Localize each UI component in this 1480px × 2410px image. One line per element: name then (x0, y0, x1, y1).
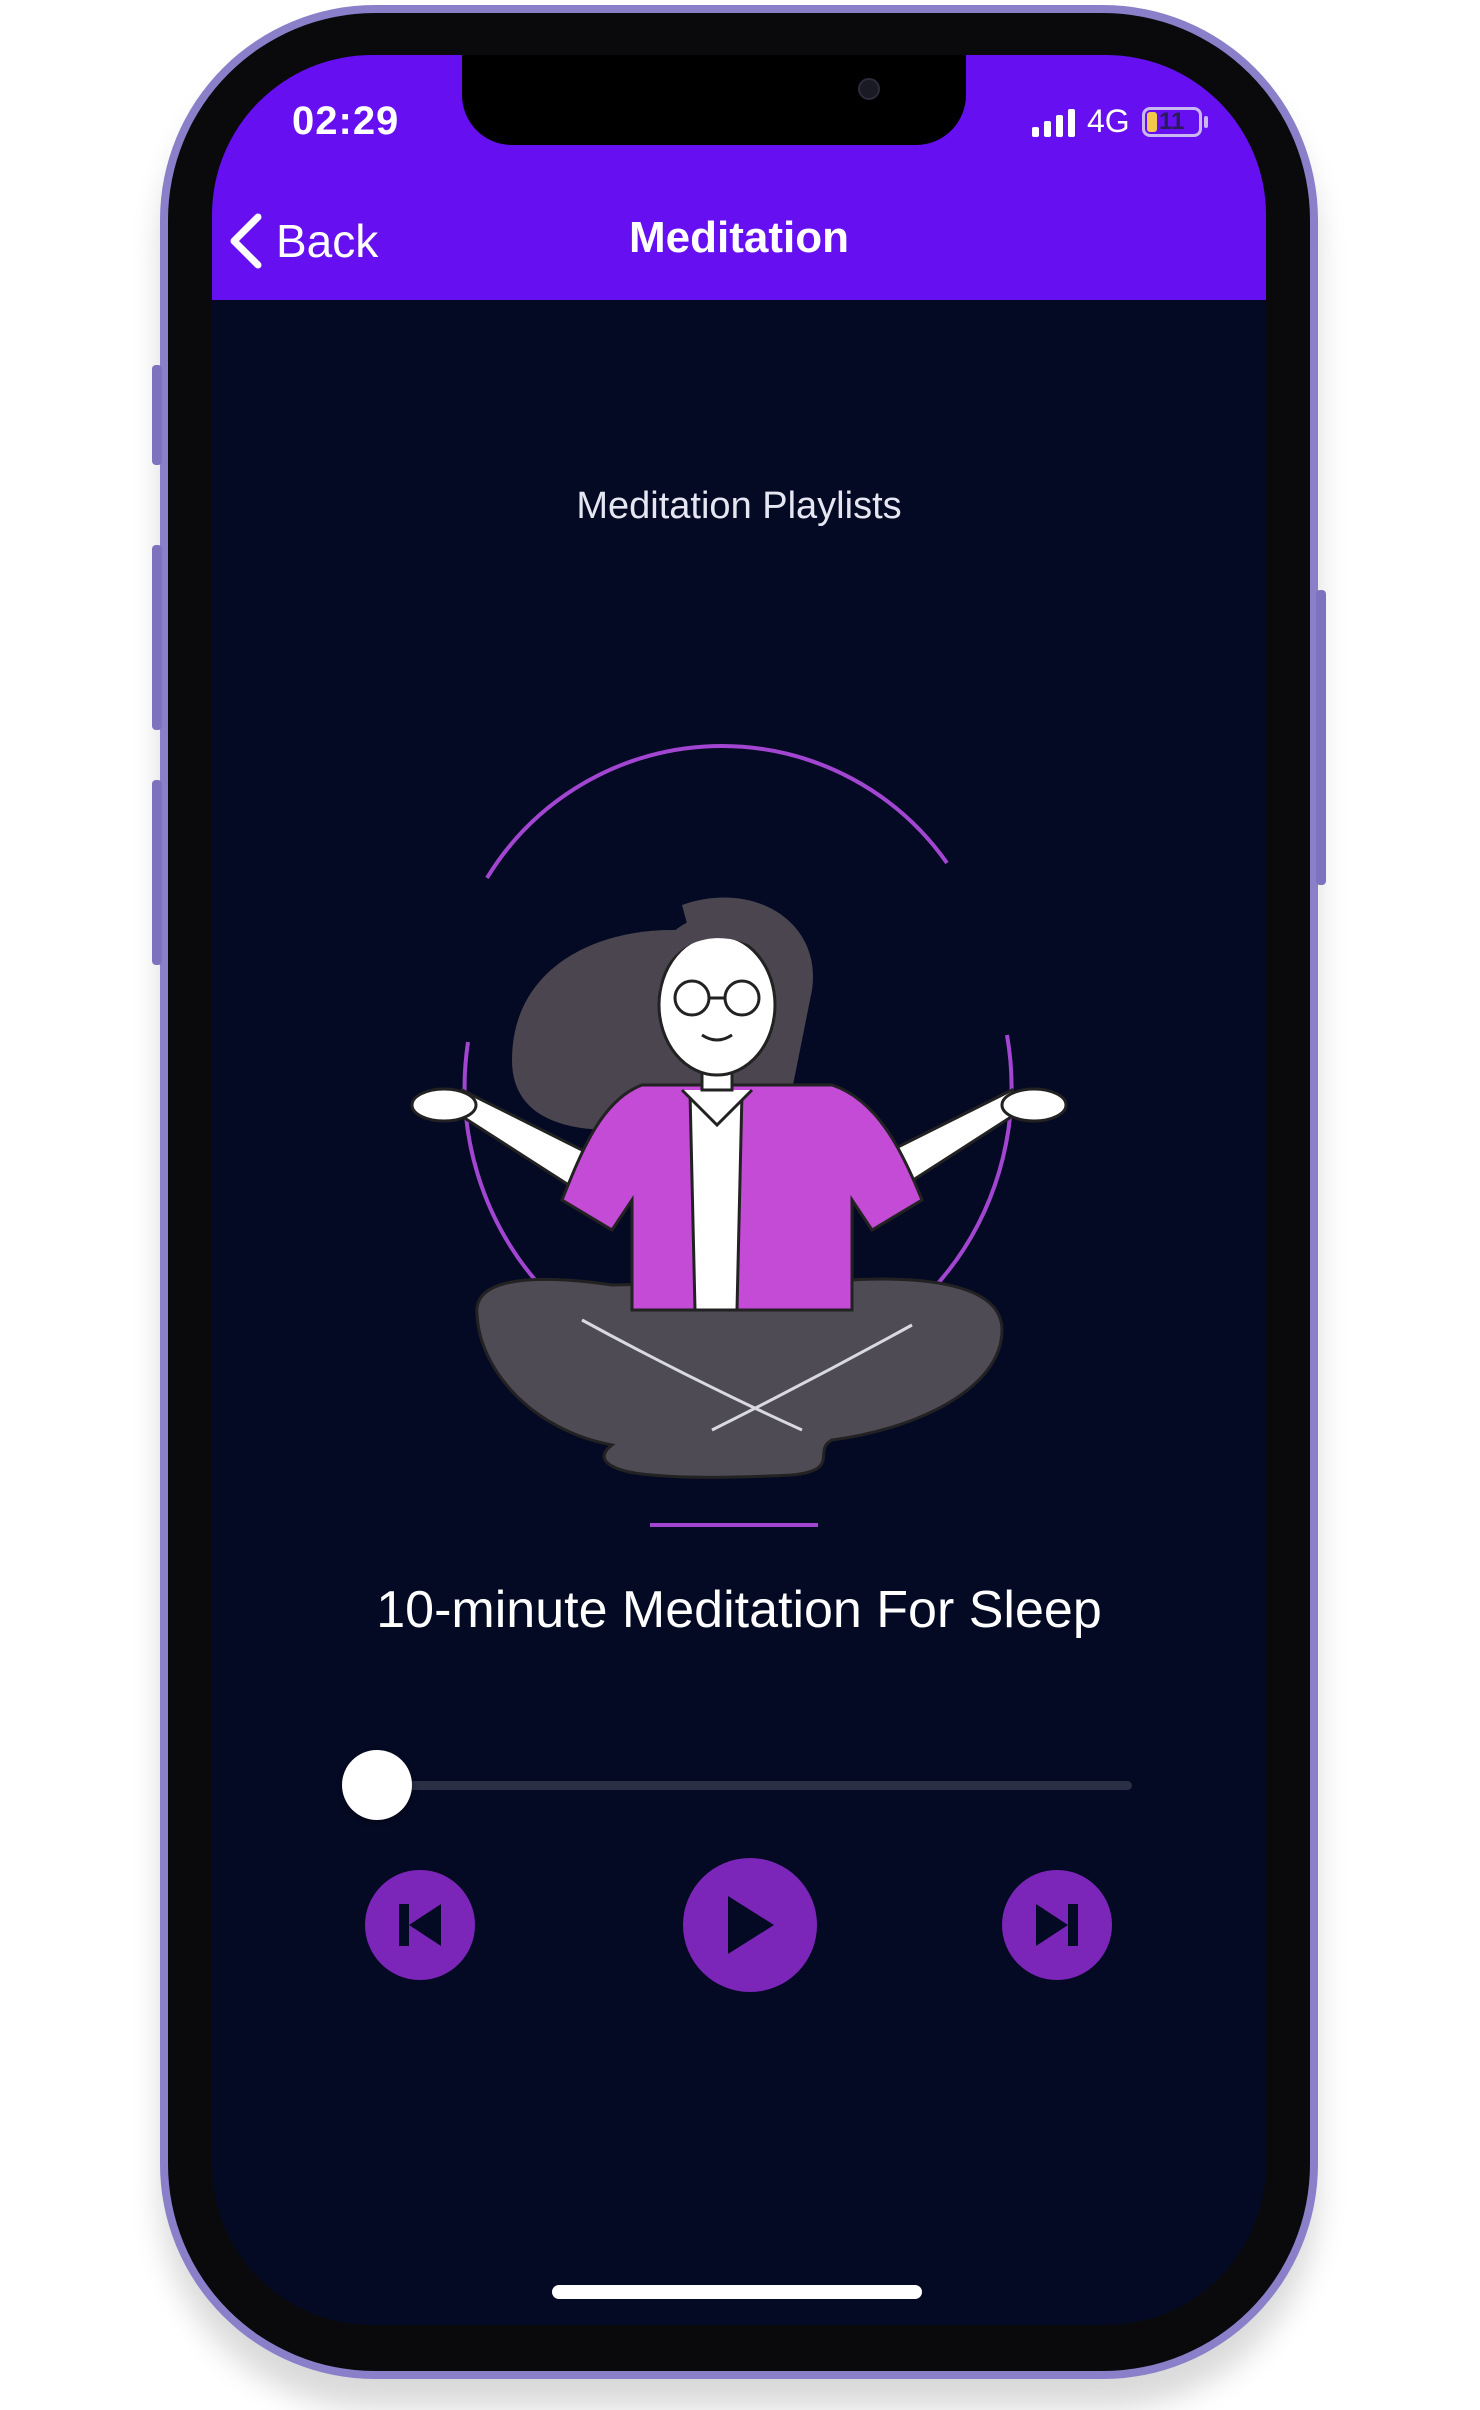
mute-switch (152, 365, 162, 465)
battery-level: 11 (1159, 107, 1185, 135)
front-camera (858, 78, 880, 100)
track-title: 10-minute Meditation For Sleep (376, 1581, 1102, 1639)
home-indicator[interactable] (552, 2285, 922, 2299)
progress-track (342, 1781, 1132, 1790)
battery-nub (1203, 115, 1208, 128)
previous-button[interactable] (365, 1870, 475, 1980)
volume-down-button (152, 780, 162, 965)
skip-next-icon (1036, 1904, 1078, 1946)
status-time: 02:29 (292, 99, 400, 143)
phone-screen: 02:29 4G 11 Back Meditation Meditation P… (212, 55, 1266, 2325)
play-icon (728, 1896, 774, 1954)
skip-previous-icon (399, 1904, 441, 1946)
playlist-heading: Meditation Playlists (576, 485, 902, 527)
progress-slider[interactable] (342, 1750, 1132, 1820)
aura-arc-top (485, 744, 949, 880)
phone-notch (462, 55, 966, 145)
page-title: Meditation (629, 213, 849, 262)
progress-thumb[interactable] (342, 1750, 412, 1820)
battery-icon: 11 (1141, 106, 1202, 137)
power-button (1316, 590, 1326, 885)
meditating-woman-illustration (410, 744, 1068, 1527)
network-type: 4G (1087, 103, 1130, 139)
cellular-signal-icon (1032, 107, 1075, 137)
volume-up-button (152, 545, 162, 730)
status-icons: 4G 11 (1032, 103, 1208, 140)
play-button[interactable] (683, 1858, 817, 1992)
aura-arc-right (930, 1034, 1014, 1292)
next-button[interactable] (1002, 1870, 1112, 1980)
